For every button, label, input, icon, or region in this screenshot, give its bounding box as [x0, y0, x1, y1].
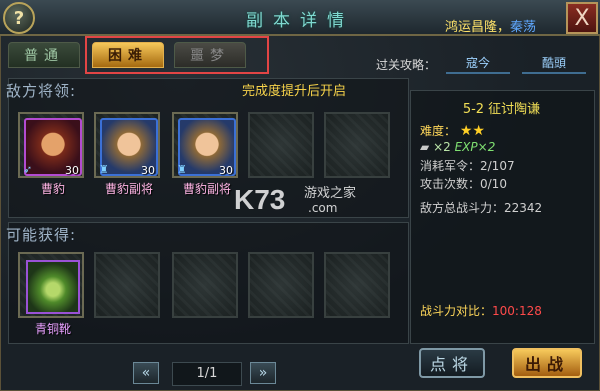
loot-section-label: 可能获得: — [6, 226, 77, 244]
empty-slot — [324, 252, 390, 318]
reward-row: ▰ ×2 EXP×2 — [420, 140, 495, 154]
loot-item-name: 青铜靴 — [34, 322, 71, 336]
tab-normal[interactable]: 普通 — [8, 42, 80, 68]
bow-icon: ➶ — [23, 163, 33, 176]
difficulty-label: 难度： — [420, 124, 457, 138]
loot-slot-1[interactable]: 青铜靴 — [18, 252, 84, 336]
enemy-power-text: 敌方总战斗力：22342 — [420, 201, 543, 215]
helmet-icon: ♜ — [177, 163, 187, 176]
watermark-com: .com — [308, 201, 337, 215]
title-bar: ? 副本详情 鸿运昌隆，秦荡 X — [0, 0, 600, 36]
previous-page-button[interactable]: « — [133, 362, 159, 384]
site-watermark: K73 游戏之家 .com — [234, 184, 356, 215]
helmet-icon: ♜ — [99, 163, 109, 176]
power-compare-label: 战斗力对比： — [420, 304, 493, 318]
empty-slot — [324, 112, 390, 178]
boot-icon — [26, 260, 80, 314]
scrolling-banner: 鸿运昌隆，秦荡 — [445, 16, 567, 34]
select-general-button[interactable]: 点将 — [419, 348, 485, 378]
unlock-hint: 完成度提升后开启 — [242, 84, 347, 99]
enemy-section-label: 敌方将领: — [6, 82, 77, 100]
star-icon: ★ — [472, 123, 485, 139]
empty-slot — [172, 252, 238, 318]
strategy-link-2[interactable]: 酷頭 — [522, 54, 586, 74]
close-button[interactable]: X — [566, 2, 598, 34]
general-name: 曹豹副将 — [104, 182, 153, 196]
page-indicator: 1/1 — [172, 362, 242, 386]
general-level: 30 — [65, 164, 79, 177]
watermark-logo: K73 — [234, 184, 285, 215]
enemy-slot-2[interactable]: ♜ 30 曹豹副将 — [94, 112, 160, 196]
enemy-slot-1[interactable]: ➶ 30 曹豹 — [18, 112, 84, 196]
power-compare-value: 100:128 — [492, 304, 542, 318]
strategy-link-1[interactable]: 寇今 — [446, 54, 510, 74]
general-level: 30 — [141, 164, 155, 177]
strategy-label: 过关攻略： — [376, 58, 437, 72]
stage-title: 5-2 征讨陶谦 — [462, 102, 541, 117]
banner-text-blue: 秦荡 — [510, 20, 537, 34]
next-page-button[interactable]: » — [250, 362, 276, 384]
reward-exp: EXP×2 — [454, 140, 496, 154]
difficulty-row: 难度： ★★ — [420, 122, 485, 139]
reward-item-count: ×2 — [433, 140, 451, 154]
general-level: 30 — [219, 164, 233, 177]
tabs-highlight-box — [85, 36, 269, 74]
battle-button[interactable]: 出战 — [512, 348, 582, 378]
enemy-slot-3[interactable]: ♜ 30 曹豹副将 — [172, 112, 238, 196]
power-compare-row: 战斗力对比：100:128 — [420, 302, 542, 319]
empty-slot — [248, 112, 314, 178]
watermark-cn: 游戏之家 — [304, 185, 356, 201]
empty-slot — [94, 252, 160, 318]
general-name: 曹豹 — [40, 182, 65, 196]
star-icon: ★ — [459, 123, 473, 139]
ingot-icon: ▰ — [420, 140, 430, 154]
attacks-text: 攻击次数：0/10 — [420, 177, 507, 191]
empty-slot — [248, 252, 314, 318]
cost-text: 消耗军令：2/107 — [420, 159, 515, 173]
banner-text-yellow: 鸿运昌隆， — [445, 20, 511, 34]
